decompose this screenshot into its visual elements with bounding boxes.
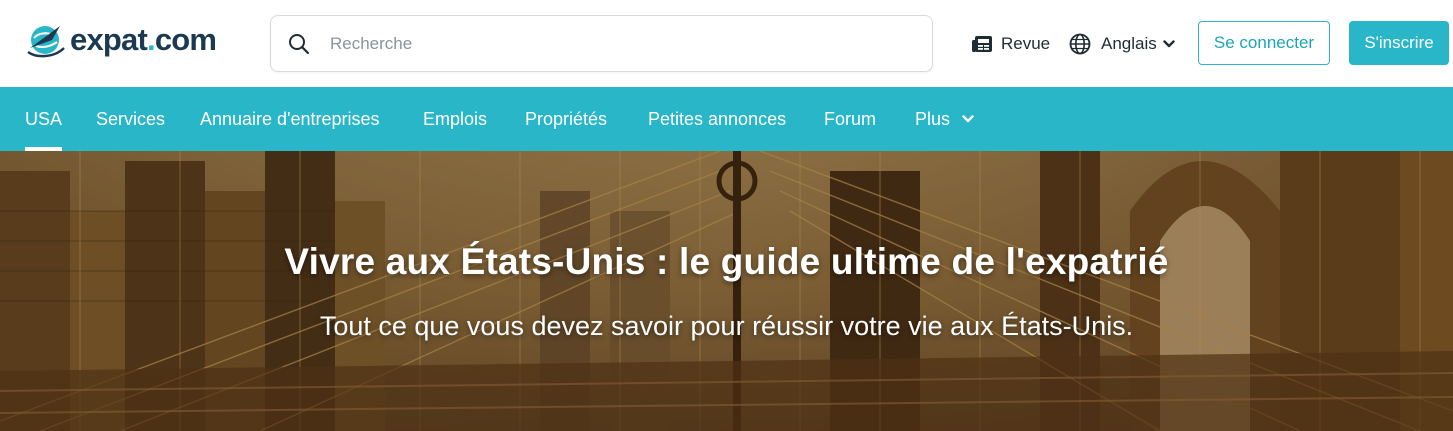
- language-label: Anglais: [1101, 34, 1157, 53]
- search-input[interactable]: [330, 33, 890, 54]
- nav-item-business-directory[interactable]: Annuaire d'entreprises: [200, 87, 380, 151]
- search-box[interactable]: [270, 15, 933, 72]
- search-icon: [289, 33, 310, 54]
- chevron-down-icon: [962, 115, 974, 123]
- nav-item-properties[interactable]: Propriétés: [525, 87, 607, 151]
- main-nav: USA Services Annuaire d'entreprises Empl…: [0, 87, 1453, 151]
- globe-icon: [1069, 33, 1091, 55]
- review-label: Revue: [1001, 34, 1051, 53]
- nav-item-more[interactable]: Plus: [915, 87, 974, 151]
- newspaper-icon: [972, 36, 992, 52]
- expat-logo[interactable]: expat.com: [24, 18, 217, 62]
- hero-overlay: [0, 151, 1453, 431]
- signup-button[interactable]: S'inscrire: [1349, 21, 1449, 65]
- nav-item-more-label: Plus: [915, 108, 951, 129]
- hero-subtitle: Tout ce que vous devez savoir pour réuss…: [319, 311, 1134, 341]
- nav-item-services[interactable]: Services: [96, 87, 165, 151]
- review-link[interactable]: Revue: [971, 30, 1050, 58]
- language-selector[interactable]: Anglais: [1069, 30, 1175, 58]
- nav-item-jobs[interactable]: Emplois: [423, 87, 487, 151]
- nav-item-forum[interactable]: Forum: [824, 87, 876, 151]
- nav-item-usa[interactable]: USA: [25, 87, 63, 151]
- globe-plane-logo-icon: [27, 26, 65, 58]
- nav-item-classifieds[interactable]: Petites annonces: [648, 87, 786, 151]
- hero-title: Vivre aux États-Unis : le guide ultime d…: [284, 241, 1169, 282]
- login-button[interactable]: Se connecter: [1198, 21, 1330, 65]
- chevron-down-icon: [1163, 40, 1175, 48]
- logo-wordmark: expat.com: [70, 22, 217, 57]
- site-header: expat.com Revue Anglais: [0, 0, 1453, 87]
- hero-banner: Vivre aux États-Unis : le guide ultime d…: [0, 151, 1453, 431]
